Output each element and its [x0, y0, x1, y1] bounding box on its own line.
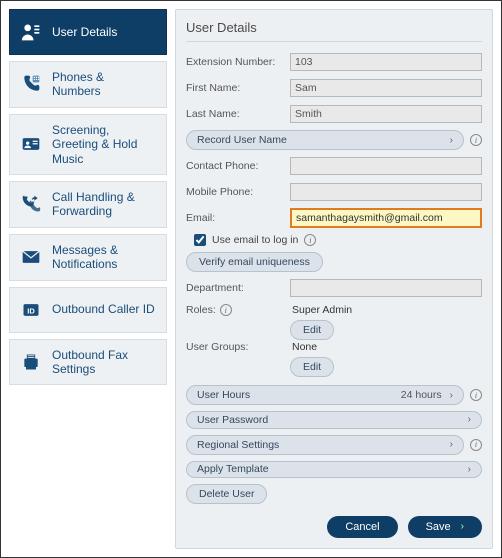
contactphone-input[interactable] — [290, 157, 482, 175]
chevron-right-icon: › — [450, 439, 453, 450]
phone-icon — [20, 73, 42, 95]
sidebar-item-outbound-fax[interactable]: Outbound Fax Settings — [9, 339, 167, 386]
user-icon — [20, 21, 42, 43]
roles-edit-button[interactable]: Edit — [290, 320, 334, 340]
roles-label: Roles: — [186, 304, 216, 316]
use-email-login-label: Use email to log in — [212, 234, 298, 246]
contactphone-label: Contact Phone: — [186, 160, 284, 172]
call-forward-icon — [20, 193, 42, 215]
firstname-input[interactable] — [290, 79, 482, 97]
delete-user-button[interactable]: Delete User — [186, 484, 267, 504]
save-label: Save — [426, 521, 451, 533]
extension-label: Extension Number: — [186, 56, 284, 68]
apply-template-row[interactable]: Apply Template › — [186, 461, 482, 478]
user-hours-value: 24 hours — [401, 389, 442, 401]
record-user-name-label: Record User Name — [197, 134, 287, 146]
lastname-label: Last Name: — [186, 108, 284, 120]
chevron-right-icon: › — [450, 390, 453, 401]
sidebar-item-screening[interactable]: Screening, Greeting & Hold Music — [9, 114, 167, 175]
mobilephone-input[interactable] — [290, 183, 482, 201]
user-password-row[interactable]: User Password › — [186, 411, 482, 428]
use-email-login-checkbox[interactable] — [194, 234, 206, 246]
save-button[interactable]: Save › — [408, 516, 482, 538]
info-icon[interactable]: i — [470, 389, 482, 401]
sidebar-item-messages[interactable]: Messages & Notifications — [9, 234, 167, 281]
regional-settings-row[interactable]: Regional Settings › — [186, 435, 464, 455]
usergroups-label: User Groups: — [186, 341, 284, 353]
cancel-button[interactable]: Cancel — [327, 516, 397, 538]
user-hours-label: User Hours — [197, 389, 250, 401]
roles-value: Super Admin — [290, 304, 352, 316]
chevron-right-icon: › — [468, 414, 471, 425]
chevron-right-icon: › — [461, 521, 464, 532]
cancel-label: Cancel — [345, 521, 379, 533]
apply-template-label: Apply Template — [197, 463, 269, 475]
chevron-right-icon: › — [468, 464, 471, 475]
user-details-pane: User Details Extension Number: First Nam… — [175, 9, 493, 549]
extension-input[interactable] — [290, 53, 482, 71]
sidebar-item-label: Outbound Caller ID — [52, 302, 155, 316]
sidebar-item-label: Phones & Numbers — [52, 70, 156, 99]
envelope-icon — [20, 246, 42, 268]
usergroups-value: None — [290, 341, 317, 353]
sidebar-item-phones-numbers[interactable]: Phones & Numbers — [9, 61, 167, 108]
firstname-label: First Name: — [186, 82, 284, 94]
chevron-right-icon: › — [450, 135, 453, 146]
info-icon[interactable]: i — [470, 439, 482, 451]
user-hours-row[interactable]: User Hours 24 hours › — [186, 385, 464, 405]
pane-title: User Details — [186, 18, 482, 42]
sidebar-item-call-handling[interactable]: Call Handling & Forwarding — [9, 181, 167, 228]
sidebar-item-label: Call Handling & Forwarding — [52, 190, 156, 219]
id-badge-icon: ID — [20, 299, 42, 321]
user-password-label: User Password — [197, 414, 268, 426]
fax-icon — [20, 351, 42, 373]
sidebar-item-outbound-id[interactable]: ID Outbound Caller ID — [9, 287, 167, 333]
info-icon[interactable]: i — [470, 134, 482, 146]
id-card-icon — [20, 133, 42, 155]
sidebar-item-label: Outbound Fax Settings — [52, 348, 156, 377]
sidebar-item-user-details[interactable]: User Details — [9, 9, 167, 55]
svg-text:ID: ID — [27, 306, 35, 315]
lastname-input[interactable] — [290, 105, 482, 123]
verify-email-button[interactable]: Verify email uniqueness — [186, 252, 323, 272]
department-label: Department: — [186, 282, 284, 294]
info-icon[interactable]: i — [220, 304, 232, 316]
usergroups-edit-button[interactable]: Edit — [290, 357, 334, 377]
sidebar-item-label: Messages & Notifications — [52, 243, 156, 272]
regional-settings-label: Regional Settings — [197, 439, 279, 451]
sidebar-item-label: Screening, Greeting & Hold Music — [52, 123, 156, 166]
record-user-name-row[interactable]: Record User Name › — [186, 130, 464, 150]
settings-sidebar: User Details Phones & Numbers Screening,… — [9, 9, 167, 549]
info-icon[interactable]: i — [304, 234, 316, 246]
sidebar-item-label: User Details — [52, 25, 117, 39]
mobilephone-label: Mobile Phone: — [186, 186, 284, 198]
department-input[interactable] — [290, 279, 482, 297]
email-input[interactable] — [290, 208, 482, 228]
email-label: Email: — [186, 212, 284, 224]
